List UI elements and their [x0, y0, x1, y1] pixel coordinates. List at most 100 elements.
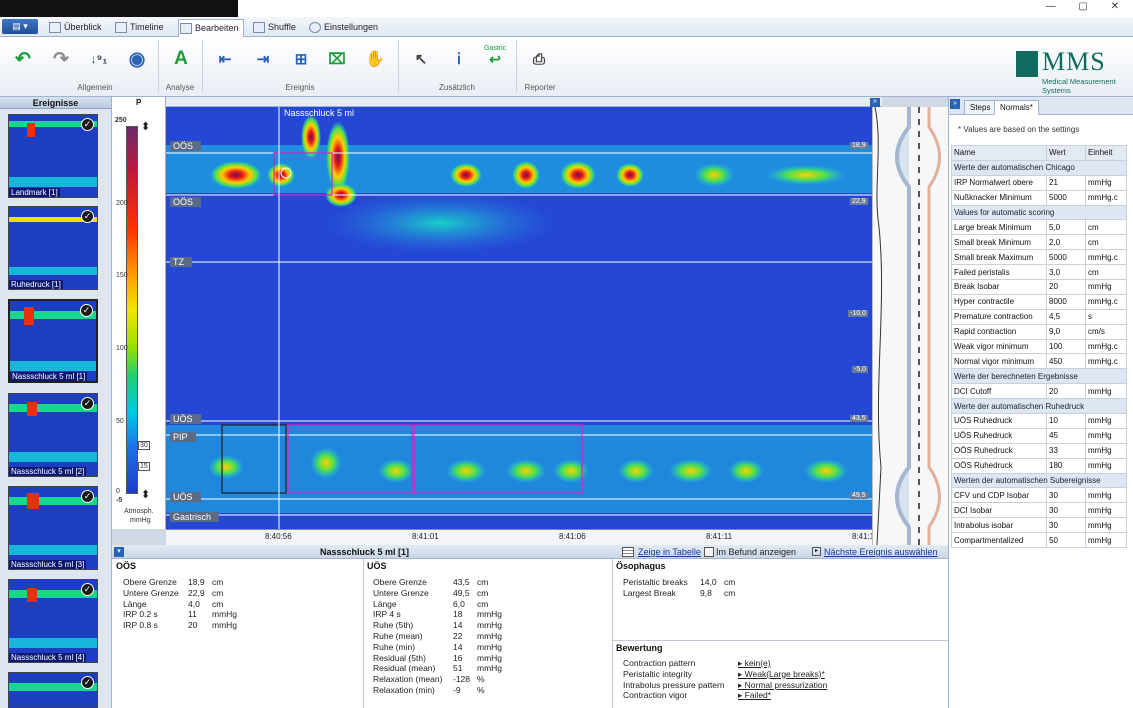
- analyse-button[interactable]: A: [168, 44, 194, 74]
- scale-max-stepper-icon[interactable]: ⬍: [141, 120, 150, 133]
- check-icon: ✓: [80, 304, 93, 317]
- pressure-topography-plot[interactable]: [166, 107, 872, 529]
- sensor-label: UÖS: [170, 414, 201, 424]
- info-button[interactable]: ⅰ: [446, 44, 472, 74]
- metric-label: Residual (mean): [373, 663, 436, 674]
- table-row[interactable]: Hyper contractile 8000 mmHg.c: [951, 293, 1127, 310]
- column-header[interactable]: Einheit: [1085, 145, 1127, 161]
- table-row[interactable]: Intrabolus isobar 30 mmHg: [951, 517, 1127, 534]
- tab-steps[interactable]: Steps: [964, 100, 997, 115]
- table-section-row[interactable]: Werte der automatischen Chicago: [951, 159, 1127, 176]
- tab-settings[interactable]: Einstellungen: [308, 19, 382, 37]
- uos-section-title: UÖS: [367, 561, 387, 571]
- next-event-link[interactable]: Nächste Ereignis auswählen: [824, 547, 938, 557]
- assessment-value-link[interactable]: ▸ kein(e): [738, 658, 771, 669]
- table-section-row[interactable]: Values for automatic scoring: [951, 204, 1127, 221]
- tab-shuffle[interactable]: Shuffle: [252, 19, 304, 37]
- undo-button[interactable]: ↶: [10, 44, 36, 74]
- time-label: 8:41:11: [706, 532, 733, 541]
- name-cell: UÖS Ruhedruck: [951, 427, 1047, 444]
- event-thumbnail[interactable]: ✓ Nassschluck 5 ml [2]: [8, 393, 98, 477]
- unit-cell: mmHg: [1085, 427, 1127, 444]
- scale-marker[interactable]: 30: [138, 441, 150, 450]
- table-row[interactable]: Nußknacker Minimum 5000 mmHg.c: [951, 189, 1127, 206]
- name-cell: OÖS Ruhedruck: [951, 442, 1047, 459]
- assessment-value-link[interactable]: ▸ Weak(Large breaks)*: [738, 669, 825, 680]
- event-start-button[interactable]: ⇤: [212, 44, 238, 74]
- title-bar-dark: [0, 0, 238, 17]
- assessment-value-link[interactable]: ▸ Failed*: [738, 690, 771, 701]
- metric-unit: mmHg: [477, 641, 503, 652]
- delete-event-button[interactable]: ⌧: [324, 44, 350, 74]
- expand-right-icon[interactable]: »: [870, 98, 880, 107]
- show-in-report-toggle[interactable]: Im Befund anzeigen: [716, 547, 796, 557]
- add-event-button[interactable]: ⊞: [288, 44, 314, 74]
- assessment-value-link[interactable]: ▸ Normal pressurization: [738, 680, 827, 691]
- pointer-info-button[interactable]: ↖: [408, 44, 434, 74]
- table-section-row[interactable]: Werten der automatischen Subereignisse: [951, 472, 1127, 489]
- table-row[interactable]: UÖS Ruhedruck 10 mmHg: [951, 413, 1127, 429]
- table-row[interactable]: IRP Normalwert obere 21 mmHg: [951, 174, 1127, 191]
- table-row[interactable]: Weak vigor minimum 100 mmHg.c: [951, 338, 1127, 355]
- app-menu-button[interactable]: ▤ ▾: [2, 19, 38, 34]
- reporter-button[interactable]: ⎙: [526, 44, 552, 74]
- metric-label: IRP 4 s: [373, 609, 401, 620]
- scale-header: P: [136, 98, 142, 107]
- event-thumbnail[interactable]: ✓ Nassschluck 5 ml [4]: [8, 579, 98, 663]
- table-row[interactable]: OÖS Ruhedruck 180 mmHg: [951, 457, 1127, 474]
- table-row[interactable]: DCI Cutoff 20 mmHg: [951, 383, 1127, 400]
- table-row[interactable]: OÖS Ruhedruck 33 mmHg: [951, 442, 1127, 459]
- metric-value: 14: [453, 641, 463, 652]
- table-row[interactable]: Rapid contraction 9,0 cm/s: [951, 323, 1127, 340]
- scale-tick: 0: [116, 488, 120, 495]
- window-controls[interactable]: — ▢ ✕: [1046, 1, 1129, 12]
- table-row[interactable]: CFV und CDP Isobar 30 mmHg: [951, 487, 1127, 504]
- column-header[interactable]: Name: [951, 145, 1047, 161]
- event-thumbnail[interactable]: ✓: [8, 672, 98, 708]
- event-thumbnail[interactable]: ✓ Landmark [1]: [8, 114, 98, 198]
- redo-button[interactable]: ↷: [48, 44, 74, 74]
- scale-marker[interactable]: 15: [138, 462, 150, 471]
- table-row[interactable]: Break Isobar 20 mmHg: [951, 279, 1127, 295]
- tab-edit[interactable]: Bearbeiten: [178, 19, 244, 37]
- view-eye-button[interactable]: ◉: [124, 44, 150, 74]
- table-row[interactable]: Normal vigor minimum 450 mmHg.c: [951, 353, 1127, 370]
- scale-min-stepper-icon[interactable]: ⬍: [141, 488, 150, 501]
- table-row[interactable]: Small break Maximum 5000 mmHg.c: [951, 249, 1127, 266]
- value-cell: 2,0: [1046, 234, 1086, 251]
- scale-tick: 250: [115, 117, 127, 124]
- pressure-blob: [728, 459, 764, 483]
- table-row[interactable]: Small break Minimum 2,0 cm: [951, 234, 1127, 251]
- normals-table-body: Werte der automatischen Chicago IRP Norma…: [951, 159, 1127, 549]
- table-section-row[interactable]: Werte der automatischen Ruhedruck: [951, 398, 1127, 415]
- table-row[interactable]: Premature contraction 4,5 s: [951, 308, 1127, 325]
- tab-normals[interactable]: Normals*: [994, 100, 1039, 115]
- sort-button[interactable]: ↓⁹₁: [86, 44, 112, 74]
- section-title: Werte der automatischen Ruhedruck: [951, 398, 1127, 415]
- table-row[interactable]: Large break Minimum 5,0 cm: [951, 219, 1127, 236]
- event-thumbnail[interactable]: ✓ Ruhedruck [1]: [8, 206, 98, 290]
- sensor-value: 22,9: [850, 198, 868, 205]
- event-thumbnail[interactable]: ✓ Nassschluck 5 ml [3]: [8, 486, 98, 570]
- event-thumbnail-selected[interactable]: ✓ Nassschluck 5 ml [1]: [8, 299, 98, 383]
- hand-icon[interactable]: ✋: [362, 44, 388, 74]
- value-cell: 20: [1046, 383, 1086, 400]
- event-end-button[interactable]: ⇥: [250, 44, 276, 74]
- tab-timeline[interactable]: Timeline: [114, 19, 174, 37]
- thumb-band: [9, 452, 97, 462]
- overview-icon: [49, 22, 61, 33]
- collapse-down-icon[interactable]: ▾: [114, 547, 124, 557]
- table-section-row[interactable]: Werte der berechneten Ergebnisse: [951, 368, 1127, 385]
- table-row[interactable]: Compartmentalized 50 mmHg: [951, 532, 1127, 549]
- table-row[interactable]: DCI Isobar 30 mmHg: [951, 502, 1127, 519]
- table-row[interactable]: UÖS Ruhedruck 45 mmHg: [951, 427, 1127, 444]
- logo-subtitle: Medical Measurement Systems: [1042, 77, 1116, 95]
- normals-note: * Values are based on the settings: [958, 125, 1080, 134]
- scale-unit: Atmosph.: [124, 508, 154, 515]
- show-in-table-link[interactable]: Zeige in Tabelle: [638, 547, 701, 557]
- tab-overview[interactable]: Überblick: [48, 19, 108, 37]
- column-header[interactable]: Wert: [1046, 145, 1086, 161]
- metric-label: Contraction vigor: [623, 690, 688, 701]
- table-row[interactable]: Failed peristalis 3,0 cm: [951, 264, 1127, 281]
- expand-icon[interactable]: »: [950, 99, 960, 109]
